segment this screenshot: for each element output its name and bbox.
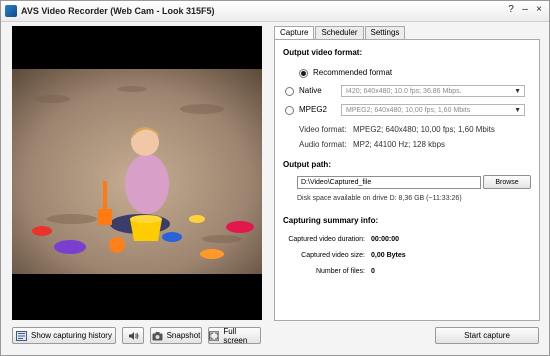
window-title: AVS Video Recorder (Web Cam - Look 315F5… bbox=[21, 6, 215, 16]
size-label: Captured video size: bbox=[301, 252, 365, 259]
capture-tab-content: Output video format: Recommended format … bbox=[274, 39, 540, 321]
app-window: AVS Video Recorder (Web Cam - Look 315F5… bbox=[0, 0, 550, 356]
speaker-icon bbox=[128, 331, 138, 340]
minimize-button[interactable]: – bbox=[519, 4, 531, 16]
mpeg2-label: MPEG2 bbox=[299, 105, 328, 114]
audio-format-value: MP2; 44100 Hz; 128 kbps bbox=[353, 140, 446, 149]
duration-value: 00:00:00 bbox=[371, 236, 400, 243]
recommended-radio[interactable] bbox=[299, 69, 308, 78]
files-value: 0 bbox=[371, 268, 375, 275]
show-history-label: Show capturing history bbox=[31, 331, 112, 340]
mpeg2-radio[interactable] bbox=[285, 106, 294, 115]
history-icon bbox=[16, 330, 28, 341]
files-label: Number of files: bbox=[315, 268, 365, 275]
snapshot-label: Snapshot bbox=[166, 331, 201, 340]
camera-icon bbox=[152, 331, 163, 340]
show-history-button[interactable]: Show capturing history bbox=[12, 327, 116, 344]
start-capture-button[interactable]: Start capture bbox=[435, 327, 539, 344]
window-controls: ? – × bbox=[505, 4, 545, 16]
mpeg2-format-value: MPEG2; 640x480; 10,00 fps; 1,60 Mbits bbox=[346, 107, 471, 114]
tab-settings[interactable]: Settings bbox=[364, 26, 406, 39]
disk-space-text: Disk space available on drive D: 8,36 GB… bbox=[297, 195, 462, 202]
chevron-down-icon: ▼ bbox=[514, 88, 521, 95]
output-path-title: Output path: bbox=[283, 160, 331, 169]
recommended-label: Recommended format bbox=[313, 68, 393, 77]
app-logo-icon bbox=[5, 5, 17, 17]
help-button[interactable]: ? bbox=[505, 4, 517, 16]
close-button[interactable]: × bbox=[533, 4, 545, 16]
output-path-input[interactable]: D:\Video\Captured_file bbox=[297, 176, 481, 189]
webcam-preview-image bbox=[12, 69, 262, 274]
native-format-select[interactable]: I420; 640x480; 10.0 fps; 36.86 Mbps. ▼ bbox=[341, 85, 525, 97]
size-value: 0,00 Bytes bbox=[371, 252, 406, 259]
full-screen-button[interactable]: Full screen bbox=[208, 326, 261, 345]
volume-button[interactable] bbox=[122, 327, 144, 344]
full-screen-label: Full screen bbox=[223, 326, 248, 345]
snapshot-button[interactable]: Snapshot bbox=[150, 327, 202, 344]
output-format-title: Output video format: bbox=[283, 48, 363, 57]
native-label: Native bbox=[299, 86, 322, 95]
settings-panel: Capture Scheduler Settings Output video … bbox=[274, 26, 540, 321]
fullscreen-icon bbox=[209, 330, 220, 341]
summary-title: Capturing summary info: bbox=[283, 216, 379, 225]
tab-scheduler[interactable]: Scheduler bbox=[315, 26, 364, 39]
audio-format-label: Audio format: bbox=[299, 140, 347, 149]
bottom-toolbar: Show capturing history Snapshot Full scr… bbox=[1, 327, 549, 347]
video-format-value: MPEG2; 640x480; 10,00 fps; 1,60 Mbits bbox=[353, 125, 495, 134]
mpeg2-format-select[interactable]: MPEG2; 640x480; 10,00 fps; 1,60 Mbits ▼ bbox=[341, 104, 525, 116]
browse-button[interactable]: Browse bbox=[483, 175, 531, 189]
duration-label: Captured video duration: bbox=[288, 236, 365, 243]
native-format-value: I420; 640x480; 10.0 fps; 36.86 Mbps. bbox=[346, 88, 462, 95]
tab-capture[interactable]: Capture bbox=[274, 26, 315, 40]
video-preview bbox=[12, 26, 262, 320]
video-format-label: Video format: bbox=[299, 125, 347, 134]
title-bar: AVS Video Recorder (Web Cam - Look 315F5… bbox=[1, 1, 549, 22]
chevron-down-icon: ▼ bbox=[514, 107, 521, 114]
tab-bar: Capture Scheduler Settings bbox=[274, 26, 406, 40]
native-radio[interactable] bbox=[285, 87, 294, 96]
